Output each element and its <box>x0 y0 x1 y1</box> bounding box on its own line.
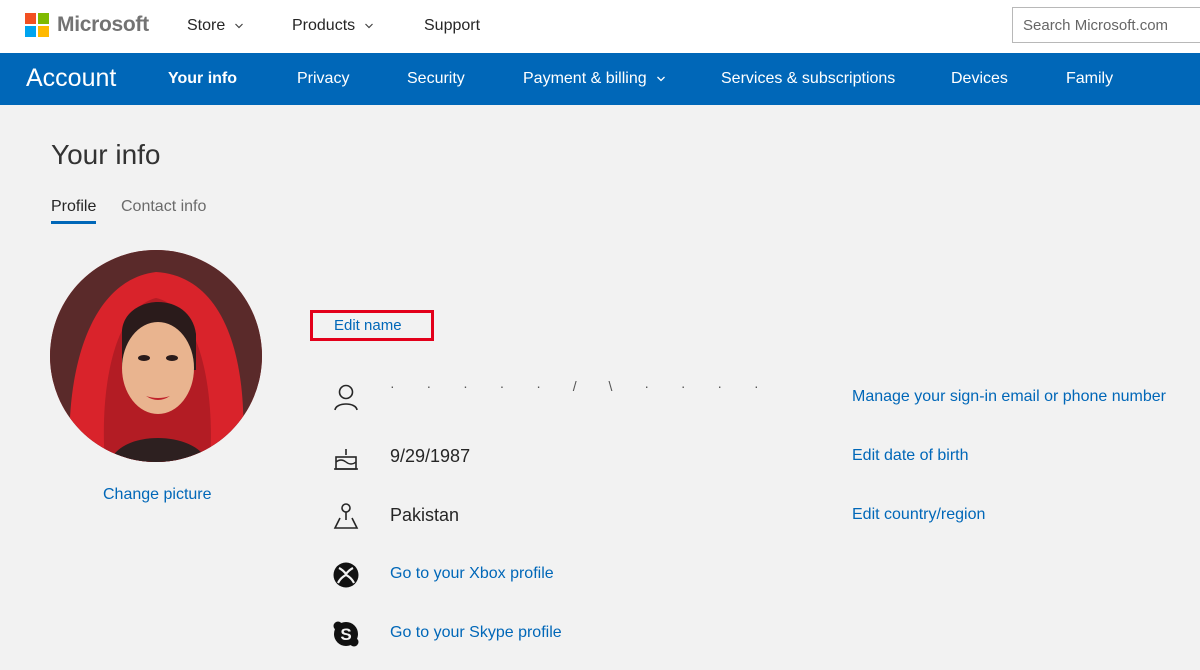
account-nav-label: Your info <box>168 70 238 87</box>
account-nav: Account Your info Privacy Security Payme… <box>0 53 1200 105</box>
chevron-down-icon <box>235 23 244 29</box>
skype-icon: S <box>333 621 359 647</box>
birthday-cake-icon <box>334 449 358 470</box>
xbox-profile-link[interactable]: Go to your Xbox profile <box>390 565 554 583</box>
profile-photo <box>50 250 262 462</box>
country-value: Pakistan <box>390 505 460 525</box>
account-nav-label: Payment & billing <box>523 70 647 87</box>
manage-signin-link[interactable]: Manage your sign-in email or phone numbe… <box>852 388 1166 406</box>
nav-support-label: Support <box>424 17 481 34</box>
account-nav-services-subscriptions[interactable]: Services & subscriptions <box>721 70 895 88</box>
nav-store[interactable]: Store <box>187 17 244 35</box>
microsoft-logo-icon <box>25 13 49 37</box>
microsoft-logo[interactable]: Microsoft <box>25 13 149 37</box>
account-nav-your-info[interactable]: Your info <box>168 70 237 88</box>
chevron-down-icon <box>365 23 374 29</box>
top-header: Microsoft Store Products Support <box>0 0 1200 53</box>
active-tab-indicator <box>51 221 96 224</box>
nav-products[interactable]: Products <box>292 17 374 35</box>
account-nav-payment-billing[interactable]: Payment & billing <box>523 70 665 88</box>
skype-profile-link[interactable]: Go to your Skype profile <box>390 624 562 642</box>
account-nav-security[interactable]: Security <box>407 70 465 88</box>
edit-country-region-link[interactable]: Edit country/region <box>852 506 985 524</box>
edit-name-link[interactable]: Edit name <box>334 317 402 334</box>
nav-support[interactable]: Support <box>424 17 480 35</box>
xbox-icon <box>333 562 359 588</box>
account-nav-privacy[interactable]: Privacy <box>297 70 349 88</box>
profile-avatar <box>50 250 262 462</box>
account-brand[interactable]: Account <box>26 64 116 93</box>
nav-store-label: Store <box>187 17 226 34</box>
account-nav-label: Security <box>407 70 465 87</box>
chevron-down-icon <box>656 76 665 82</box>
nav-products-label: Products <box>292 17 356 34</box>
svg-text:S: S <box>340 625 351 644</box>
account-nav-label: Devices <box>951 70 1008 87</box>
change-picture-link[interactable]: Change picture <box>103 486 212 504</box>
account-name-value: · · · · · / \ · · · · <box>390 378 773 394</box>
account-nav-label: Family <box>1066 70 1114 87</box>
brand-name: Microsoft <box>57 13 149 36</box>
account-nav-devices[interactable]: Devices <box>951 70 1008 88</box>
account-nav-family[interactable]: Family <box>1066 70 1113 88</box>
edit-date-of-birth-link[interactable]: Edit date of birth <box>852 447 969 465</box>
account-nav-label: Privacy <box>297 70 350 87</box>
location-pin-icon <box>333 503 359 529</box>
search-input[interactable] <box>1012 7 1200 43</box>
tab-profile[interactable]: Profile <box>51 198 96 216</box>
birth-date-value: 9/29/1987 <box>390 446 471 466</box>
page-title: Your info <box>51 139 161 170</box>
account-nav-label: Services & subscriptions <box>721 70 896 87</box>
person-icon <box>334 384 358 411</box>
tab-contact-info[interactable]: Contact info <box>121 198 206 216</box>
